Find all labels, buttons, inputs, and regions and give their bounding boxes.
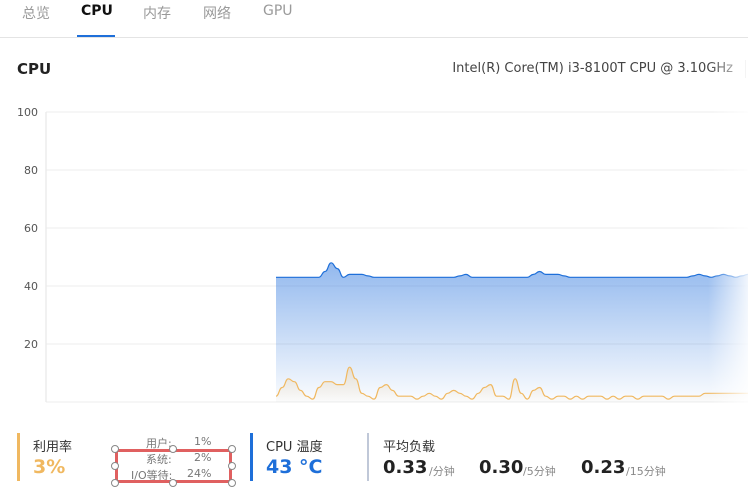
resize-handle[interactable] xyxy=(228,462,236,470)
load-accent-bar xyxy=(367,433,369,481)
user-value: 1% xyxy=(194,435,212,448)
tab-overview[interactable]: 总览 xyxy=(22,3,50,23)
y-tick-label: 20 xyxy=(24,338,38,351)
y-tick-label: 80 xyxy=(24,164,38,177)
tab-bar: 总览 CPU 内存 网络 GPU xyxy=(0,0,748,38)
y-tick-label: 60 xyxy=(24,222,38,235)
tab-network[interactable]: 网络 xyxy=(203,3,231,23)
cpu-model: Intel(R) Core(TM) i3-8100T CPU @ 3.10GHz xyxy=(452,61,733,76)
load-15min-value: 0.23 xyxy=(581,457,626,478)
resize-handle[interactable] xyxy=(169,445,177,453)
temperature-value: 43 °C xyxy=(266,456,323,478)
cpu-usage-chart: 20 40 60 80 100 xyxy=(17,106,748,403)
resize-handle[interactable] xyxy=(228,479,236,487)
load-5min-unit: /5分钟 xyxy=(523,465,556,478)
cpu-series-line xyxy=(276,262,748,278)
section-title: CPU xyxy=(17,60,52,78)
load-5min-value: 0.30 xyxy=(479,457,524,478)
tab-gpu[interactable]: GPU xyxy=(263,3,293,19)
y-tick-label: 100 xyxy=(17,106,38,119)
selection-box[interactable] xyxy=(115,449,232,483)
usage-label: 利用率 xyxy=(33,440,73,455)
load-15min-unit: /15分钟 xyxy=(626,465,666,478)
usage-accent-bar xyxy=(17,433,20,481)
tab-memory[interactable]: 内存 xyxy=(143,3,171,23)
temperature-accent-bar xyxy=(250,433,253,481)
temperature-label: CPU 温度 xyxy=(266,440,323,455)
load-label: 平均负载 xyxy=(383,440,436,455)
resize-handle[interactable] xyxy=(111,445,119,453)
divider xyxy=(745,60,746,78)
resize-handle[interactable] xyxy=(111,479,119,487)
resize-handle[interactable] xyxy=(228,445,236,453)
load-1min-unit: /分钟 xyxy=(429,465,455,478)
usage-value: 3% xyxy=(33,456,66,478)
resize-handle[interactable] xyxy=(111,462,119,470)
tab-cpu[interactable]: CPU xyxy=(81,3,113,19)
load-1min-value: 0.33 xyxy=(383,457,428,478)
resize-handle[interactable] xyxy=(169,479,177,487)
active-tab-indicator xyxy=(77,35,115,37)
y-tick-label: 40 xyxy=(24,280,38,293)
